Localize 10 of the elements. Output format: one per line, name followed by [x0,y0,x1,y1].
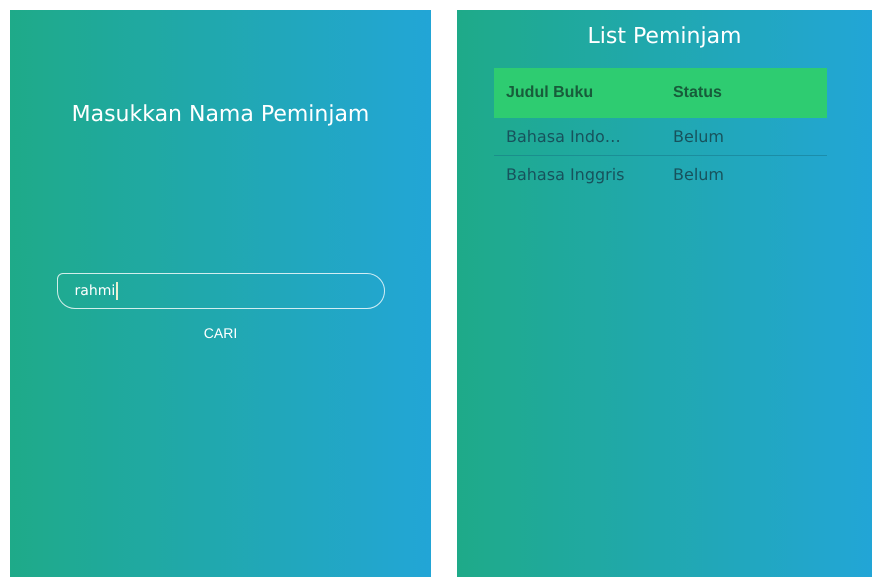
table-cell-text: Belum [672,165,725,184]
search-button[interactable]: CARI [196,321,246,345]
table-cell-text: Bahasa Inggris [505,165,626,184]
table-cell-text: Belum [672,127,725,146]
screen-title: List Peminjam [588,24,742,49]
column-header: Status [672,84,723,102]
table-cell-text: Bahasa Indo… [505,127,622,146]
screen-title: Masukkan Nama Peminjam [72,102,370,127]
name-field[interactable]: rahmi [56,273,384,309]
column-header: Judul Buku [505,84,594,102]
